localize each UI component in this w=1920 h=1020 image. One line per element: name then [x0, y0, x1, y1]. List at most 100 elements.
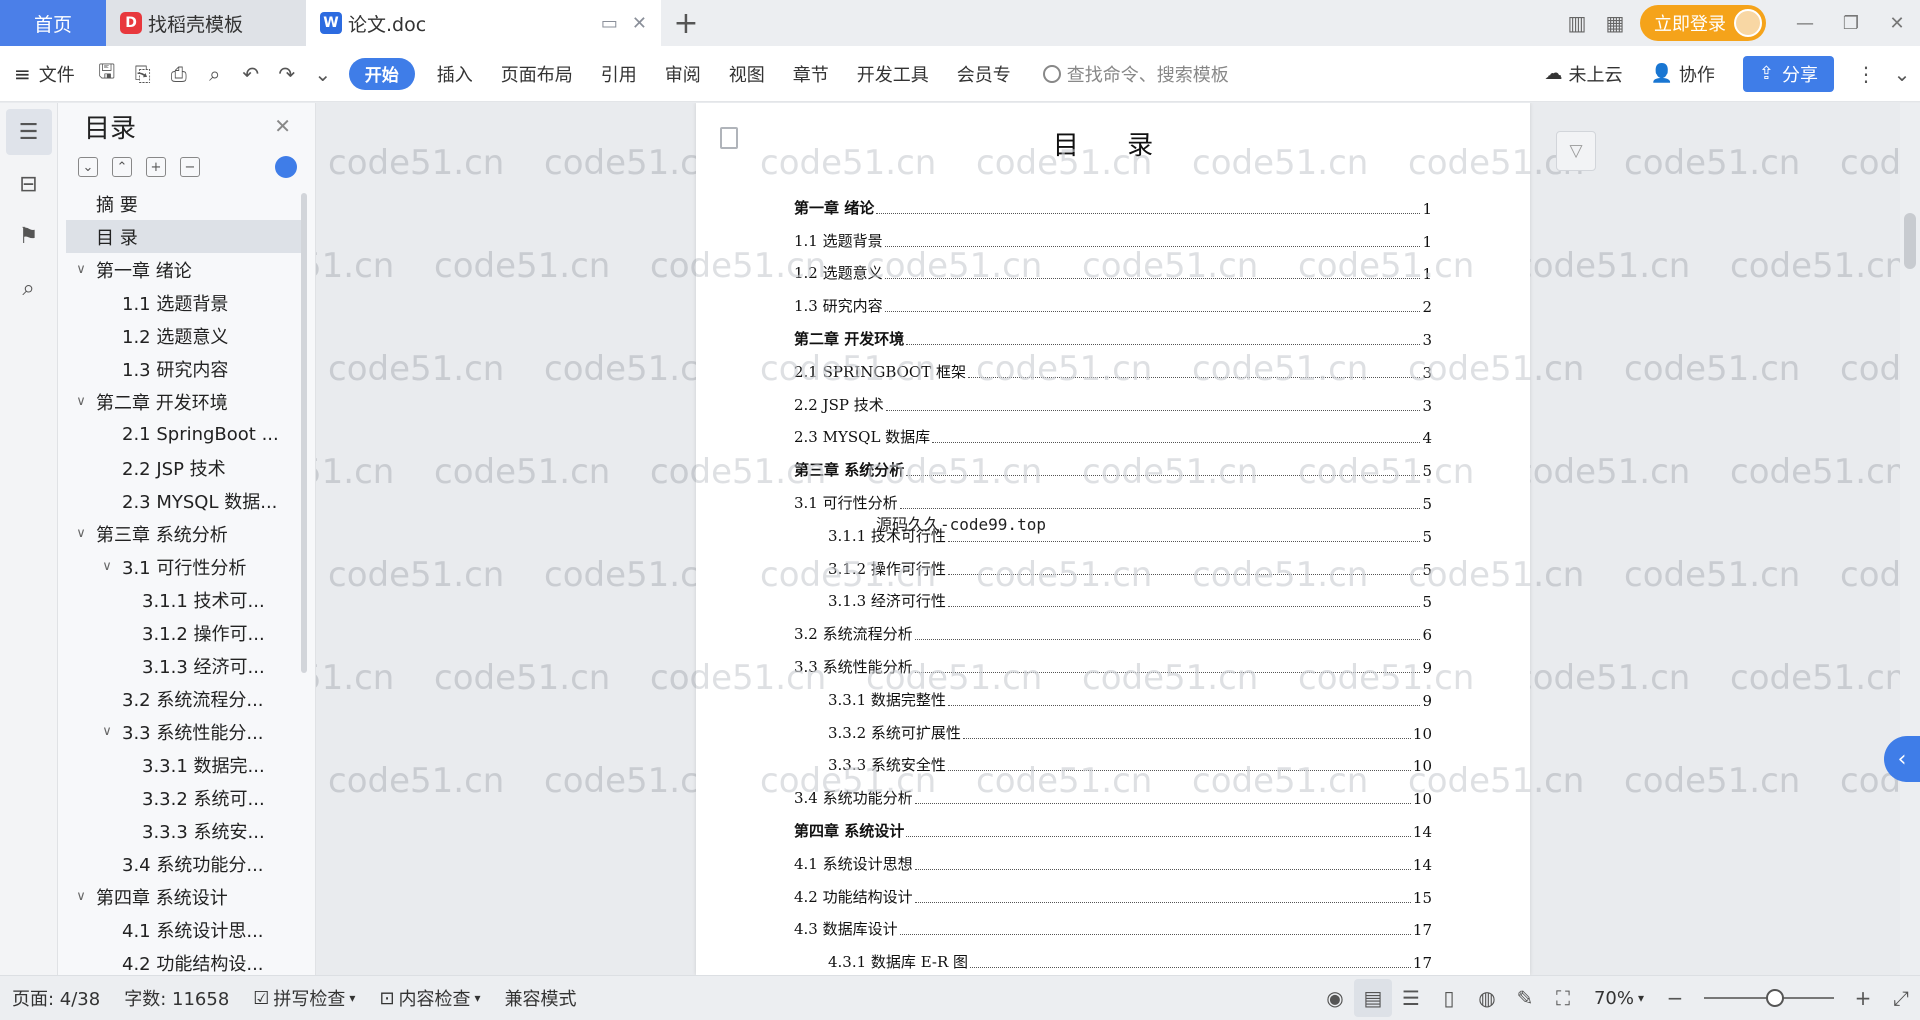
- page-view-icon[interactable]: ▤: [1353, 979, 1392, 1017]
- chevron-down-icon[interactable]: ∨: [72, 394, 90, 409]
- toc-entry[interactable]: 2.3 MYSQL 数据库 4: [794, 421, 1432, 454]
- apps-grid-icon[interactable]: ▦: [1596, 0, 1634, 46]
- toc-item[interactable]: ∨ 第二章 开发环境: [58, 385, 315, 418]
- more-icon[interactable]: ⋮: [1848, 46, 1884, 102]
- save-icon[interactable]: 🖫: [89, 46, 125, 102]
- minimize-icon[interactable]: —: [1782, 0, 1828, 46]
- tab-developer[interactable]: 开发工具: [843, 46, 943, 102]
- toc-item[interactable]: ∨ 第四章 系统设计: [58, 880, 315, 913]
- read-view-icon[interactable]: ▯: [1430, 979, 1468, 1017]
- zoom-slider[interactable]: [1704, 989, 1834, 1007]
- float-window-icon[interactable]: ▭: [601, 13, 618, 34]
- toc-item[interactable]: 1.2 选题意义: [58, 319, 315, 352]
- tab-references[interactable]: 引用: [587, 46, 651, 102]
- toc-item[interactable]: 1.3 研究内容: [58, 352, 315, 385]
- tab-view[interactable]: 视图: [715, 46, 779, 102]
- redo-icon[interactable]: ↷: [269, 46, 305, 102]
- tab-docer-template[interactable]: D 找稻壳模板: [106, 0, 306, 46]
- tab-document[interactable]: W 论文.doc ▭ ✕: [306, 0, 661, 46]
- close-tab-icon[interactable]: ✕: [632, 13, 647, 34]
- remove-heading-icon[interactable]: −: [180, 157, 200, 177]
- expand-all-icon[interactable]: ⌄: [78, 157, 98, 177]
- quick-access-dropdown-icon[interactable]: ⌄: [305, 46, 341, 102]
- toc-entry[interactable]: 4.3.1 数据库 E-R 图 17: [794, 945, 1432, 975]
- page-indicator[interactable]: 页面: 4/38: [0, 985, 112, 1011]
- toc-item[interactable]: 目 录: [66, 220, 305, 253]
- zoom-level[interactable]: 70% ▾: [1582, 988, 1656, 1009]
- bookmark-icon[interactable]: ⚑: [6, 213, 52, 259]
- toc-entry[interactable]: 4.2 功能结构设计 15: [794, 880, 1432, 913]
- toc-item[interactable]: ∨ 第一章 绪论: [58, 253, 315, 286]
- file-menu[interactable]: ≡ 文件: [0, 46, 89, 102]
- toc-item[interactable]: 3.1.2 操作可...: [58, 616, 315, 649]
- toc-item[interactable]: 1.1 选题背景: [58, 286, 315, 319]
- toc-entry[interactable]: 3.3.2 系统可扩展性 10: [794, 716, 1432, 749]
- toc-entry[interactable]: 3.2 系统流程分析 6: [794, 617, 1432, 650]
- chevron-down-icon[interactable]: ∨: [72, 889, 90, 904]
- chevron-down-icon[interactable]: ∨: [72, 262, 90, 277]
- zoom-in-icon[interactable]: +: [1844, 979, 1882, 1017]
- toc-scrollbar[interactable]: [301, 193, 307, 673]
- print-preview-icon[interactable]: ⌕: [197, 46, 233, 102]
- tab-member[interactable]: 会员专: [943, 46, 1025, 102]
- command-search[interactable]: 查找命令、搜索模板: [1042, 61, 1229, 87]
- toc-item[interactable]: ∨ 3.1 可行性分析: [58, 550, 315, 583]
- login-button[interactable]: 立即登录: [1640, 5, 1766, 41]
- collapse-ribbon-icon[interactable]: ⌄: [1884, 46, 1920, 102]
- document-canvas[interactable]: code51.cn code51.cn code51.cn code51.cn code…: [316, 103, 1900, 975]
- zoom-slider-knob[interactable]: [1766, 989, 1784, 1007]
- word-count[interactable]: 字数: 11658: [112, 985, 241, 1011]
- document-page[interactable]: 目 录 第一章 绪论 1 1.1 选题背景 1 1.2 选题意义 1 1.3 研究内容 2 第二…: [650, 103, 1584, 975]
- toc-item[interactable]: 2.1 SpringBoot ...: [58, 418, 315, 451]
- fit-page-icon[interactable]: ⛶: [1544, 979, 1582, 1017]
- toc-panel-icon[interactable]: ☰: [5, 109, 52, 155]
- close-window-icon[interactable]: ✕: [1874, 0, 1920, 46]
- toc-entry[interactable]: 4.3 数据库设计 17: [794, 913, 1432, 946]
- collaborate-button[interactable]: 👤 协作: [1636, 46, 1728, 102]
- undo-icon[interactable]: ↶: [233, 46, 269, 102]
- tab-review[interactable]: 审阅: [651, 46, 715, 102]
- toc-entry[interactable]: 第一章 绪论 1: [794, 191, 1432, 224]
- tab-page-layout[interactable]: 页面布局: [487, 46, 587, 102]
- tab-insert[interactable]: 插入: [423, 46, 487, 102]
- eye-protect-icon[interactable]: ◉: [1316, 979, 1354, 1017]
- content-check[interactable]: ⊡ 内容检查 ▾: [367, 985, 492, 1011]
- tab-home-ribbon[interactable]: 开始: [348, 57, 415, 90]
- toc-item[interactable]: 3.4 系统功能分...: [58, 847, 315, 880]
- chevron-down-icon[interactable]: ∨: [98, 724, 116, 739]
- toc-entry[interactable]: 1.3 研究内容 2: [794, 289, 1432, 322]
- collapse-all-icon[interactable]: ⌃: [112, 157, 132, 177]
- toc-item[interactable]: 3.3.1 数据完...: [58, 748, 315, 781]
- vertical-scrollbar[interactable]: [1900, 103, 1920, 975]
- toc-item[interactable]: ∨ 3.3 系统性能分...: [58, 715, 315, 748]
- toc-item[interactable]: 2.2 JSP 技术: [58, 451, 315, 484]
- export-pdf-icon[interactable]: ⎘: [125, 46, 161, 102]
- write-mode-icon[interactable]: ✎: [1506, 979, 1544, 1017]
- toc-item[interactable]: 3.2 系统流程分...: [58, 682, 315, 715]
- find-icon[interactable]: ⌕: [6, 265, 52, 311]
- toc-item[interactable]: 3.1.1 技术可...: [58, 583, 315, 616]
- smart-toc-icon[interactable]: [275, 156, 297, 178]
- chevron-down-icon[interactable]: ∨: [98, 559, 116, 574]
- close-icon[interactable]: ✕: [274, 114, 291, 138]
- filter-icon[interactable]: ▽: [1556, 131, 1596, 171]
- layout-icon[interactable]: ▥: [1558, 0, 1596, 46]
- cloud-status[interactable]: ☁ 未上云: [1530, 46, 1636, 102]
- toc-item[interactable]: 3.3.3 系统安...: [58, 814, 315, 847]
- toc-item[interactable]: 2.3 MYSQL 数据...: [58, 484, 315, 517]
- add-heading-icon[interactable]: +: [146, 157, 166, 177]
- outline-view-icon[interactable]: ☰: [1392, 979, 1430, 1017]
- toc-entry[interactable]: 4.1 系统设计思想 14: [794, 847, 1432, 880]
- spell-check[interactable]: ☑ 拼写检查 ▾: [241, 985, 367, 1011]
- toc-item[interactable]: 3.1.3 经济可...: [58, 649, 315, 682]
- toc-item[interactable]: 4.1 系统设计思...: [58, 913, 315, 946]
- share-button[interactable]: ⇪ 分享: [1742, 55, 1834, 92]
- restore-icon[interactable]: ❐: [1828, 0, 1874, 46]
- chapter-nav-icon[interactable]: ⊟: [6, 161, 52, 207]
- print-icon[interactable]: ⎙: [161, 46, 197, 102]
- scroll-thumb[interactable]: [1904, 213, 1916, 269]
- toc-item[interactable]: 摘 要: [58, 187, 315, 220]
- toc-entry[interactable]: 2.2 JSP 技术 3: [794, 388, 1432, 421]
- tab-home[interactable]: 首页: [0, 0, 106, 46]
- toc-item[interactable]: 4.2 功能结构设...: [58, 946, 315, 975]
